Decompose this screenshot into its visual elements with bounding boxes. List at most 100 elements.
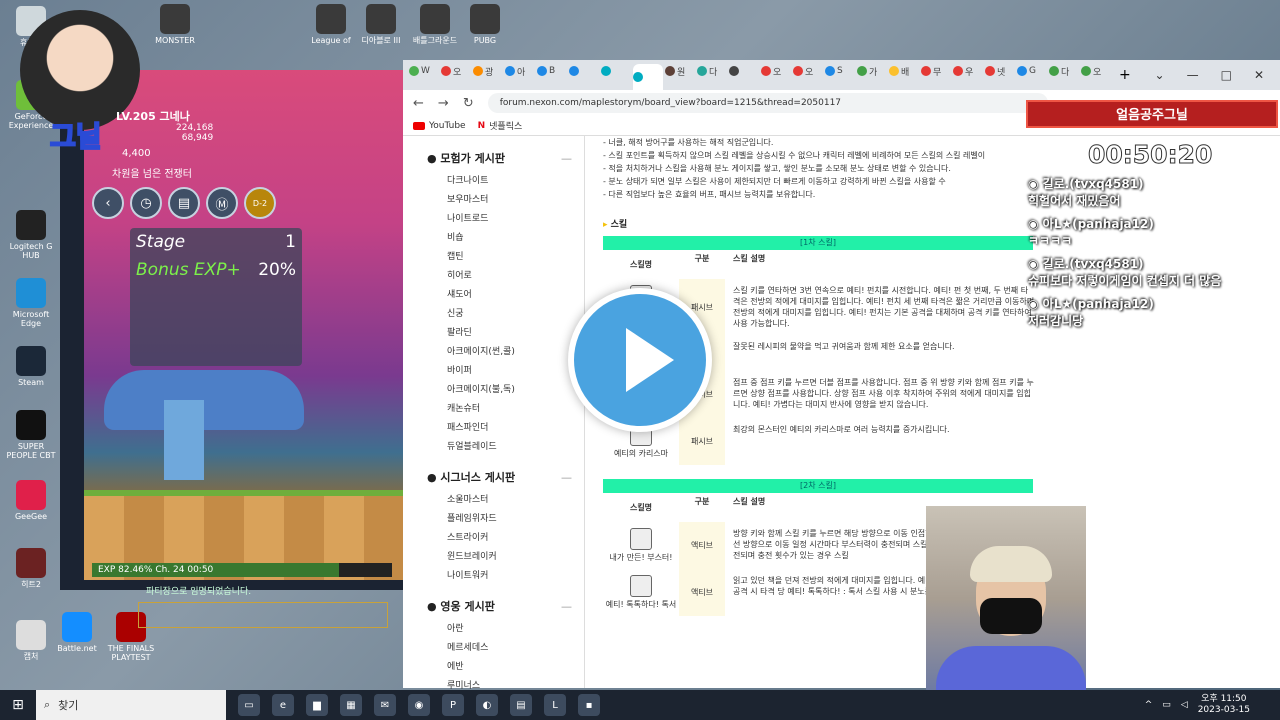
back-icon[interactable]: ← (413, 96, 424, 111)
play-icon[interactable] (568, 288, 712, 432)
nav-item[interactable]: 듀얼블레이드 (415, 436, 584, 455)
chat-input[interactable] (138, 602, 388, 628)
nav-item[interactable]: 플레임위자드 (415, 508, 584, 527)
browser-tab[interactable]: 무 (921, 60, 951, 82)
nav-item[interactable]: 윈드브레이커 (415, 546, 584, 565)
nav-item[interactable]: 소울마스터 (415, 489, 584, 508)
windows-start-icon[interactable]: ⊞ (0, 697, 36, 713)
storage-icon[interactable]: ▤ (168, 187, 200, 219)
taskbar-search[interactable]: ⌕ 찾기 (36, 690, 226, 720)
folder-icon[interactable]: ▆ (306, 694, 328, 716)
browser-tab[interactable]: 넷 (985, 60, 1015, 82)
badge-icon[interactable]: D-2 (244, 187, 276, 219)
browser-tab[interactable]: 오 (761, 60, 791, 82)
nav-group-header[interactable]: ● 시그너스 게시판 — (415, 465, 584, 489)
chevron-up-icon[interactable]: ^ (1145, 700, 1153, 710)
desktop-icon[interactable]: GeeGee (6, 480, 56, 521)
desktop-icon[interactable]: 배틀그라운드 (410, 4, 460, 45)
nav-item[interactable]: 캐논슈터 (415, 398, 584, 417)
volume-icon[interactable]: ◁ (1181, 700, 1188, 710)
nav-item[interactable]: 나이트로드 (415, 208, 584, 227)
url-field[interactable]: forum.nexon.com/maplestorym/board_view?b… (487, 93, 1048, 113)
collapse-icon[interactable]: — (561, 152, 572, 165)
close-icon[interactable]: ✕ (1254, 68, 1264, 82)
browser-tab[interactable] (729, 60, 759, 82)
chrome-icon[interactable]: ◉ (408, 694, 430, 716)
forward-icon[interactable]: → (438, 96, 449, 111)
nav-item[interactable]: 패스파인더 (415, 417, 584, 436)
browser-tab[interactable]: 다 (697, 60, 727, 82)
browser-tab[interactable]: S (825, 60, 855, 82)
nav-item[interactable]: 아크메이지(썬,콜) (415, 341, 584, 360)
desktop-icon[interactable]: SUPER PEOPLE CBT (6, 410, 56, 460)
nav-item[interactable]: 아란 (415, 618, 584, 637)
lol-icon[interactable]: L (544, 694, 566, 716)
store-icon[interactable]: ▦ (340, 694, 362, 716)
app-icon[interactable]: ▤ (510, 694, 532, 716)
desktop-icon[interactable]: Microsoft Edge (6, 278, 56, 328)
desktop-icon[interactable]: 캡처 (6, 620, 56, 661)
obs-icon[interactable]: ◐ (476, 694, 498, 716)
collapse-icon[interactable]: — (561, 471, 572, 484)
browser-tab[interactable]: B (537, 60, 567, 82)
menu-icon[interactable]: Ⓜ (206, 187, 238, 219)
reload-icon[interactable]: ↻ (463, 96, 474, 111)
desktop-icon[interactable]: MONSTER (150, 4, 200, 45)
nav-item[interactable]: 비숍 (415, 227, 584, 246)
nav-item[interactable]: 팔라딘 (415, 322, 584, 341)
new-tab-button[interactable]: + (1119, 67, 1131, 83)
browser-tab[interactable] (569, 60, 599, 82)
nav-item[interactable]: 캡틴 (415, 246, 584, 265)
desktop-icon[interactable]: Logitech G HUB (6, 210, 56, 260)
nav-group-header[interactable]: ● 영웅 게시판 — (415, 594, 584, 618)
clock[interactable]: 오후 11:50 2023-03-15 (1198, 694, 1250, 716)
collapse-icon[interactable]: — (561, 600, 572, 613)
edge-icon[interactable]: e (272, 694, 294, 716)
nav-item[interactable]: 메르세데스 (415, 637, 584, 656)
app2-icon[interactable]: ▪ (578, 694, 600, 716)
taskview-icon[interactable]: ▭ (238, 694, 260, 716)
network-icon[interactable]: ▭ (1162, 700, 1171, 710)
browser-tab[interactable]: 오 (793, 60, 823, 82)
bonus-value: 20% (258, 260, 296, 280)
nav-item[interactable]: 스트라이커 (415, 527, 584, 546)
nav-item[interactable]: 아크메이지(불,독) (415, 379, 584, 398)
desktop-icon[interactable]: PUBG (460, 4, 510, 45)
nav-item[interactable]: 다크나이트 (415, 170, 584, 189)
mail-icon[interactable]: ✉ (374, 694, 396, 716)
desktop-icon[interactable]: Steam (6, 346, 56, 387)
alarm-icon[interactable]: ◷ (130, 187, 162, 219)
browser-tab[interactable]: G (1017, 60, 1047, 82)
nav-item[interactable]: 신궁 (415, 303, 584, 322)
app-p-icon[interactable]: P (442, 694, 464, 716)
browser-tab[interactable]: 배 (889, 60, 919, 82)
browser-tab[interactable]: 오 (1081, 60, 1111, 82)
maximize-icon[interactable]: □ (1221, 68, 1232, 82)
browser-tab[interactable] (633, 64, 663, 90)
back-icon[interactable]: ‹ (92, 187, 124, 219)
desktop-icon[interactable]: League of (306, 4, 356, 45)
minimize-list-icon[interactable]: ⌄ (1155, 68, 1165, 82)
browser-tab[interactable]: 원 (665, 60, 695, 82)
nav-item[interactable]: 섀도어 (415, 284, 584, 303)
nav-item[interactable]: 히어로 (415, 265, 584, 284)
browser-tab[interactable]: 아 (505, 60, 535, 82)
bookmark-youtube[interactable]: YouTube (413, 121, 466, 131)
browser-tab[interactable]: 우 (953, 60, 983, 82)
nav-item[interactable]: 보우마스터 (415, 189, 584, 208)
nav-group-header[interactable]: ● 모험가 게시판 — (415, 146, 584, 170)
browser-tab[interactable]: W (409, 60, 439, 82)
nav-item[interactable]: 바이퍼 (415, 360, 584, 379)
browser-tab[interactable]: 다 (1049, 60, 1079, 82)
bookmark-netflix[interactable]: N 넷플릭스 (478, 119, 523, 133)
minimize-icon[interactable]: — (1187, 68, 1199, 82)
nav-item[interactable]: 나이트워커 (415, 565, 584, 584)
nav-item[interactable]: 에반 (415, 656, 584, 675)
browser-tab[interactable]: 가 (857, 60, 887, 82)
desktop-icon[interactable]: 디아블로 III (356, 4, 406, 45)
desktop-icon[interactable]: 히트2 (6, 548, 56, 589)
desktop-icon[interactable]: Battle.net (52, 612, 102, 653)
browser-tab[interactable]: 광 (473, 60, 503, 82)
browser-tab[interactable] (601, 60, 631, 82)
browser-tab[interactable]: 오 (441, 60, 471, 82)
